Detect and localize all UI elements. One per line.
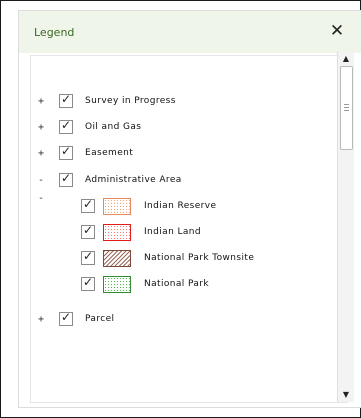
expand-toggle[interactable]: + bbox=[35, 93, 47, 111]
national-park-swatch-icon bbox=[103, 276, 131, 293]
sublayer-checkbox[interactable]: ✓ bbox=[81, 197, 95, 213]
legend-panel: Legend ✕ + ✓ Survey in Progress + ✓ Oil … bbox=[18, 10, 361, 408]
checkmark-icon: ✓ bbox=[60, 171, 72, 185]
layer-label: Oil and Gas bbox=[85, 122, 142, 132]
vertical-scrollbar[interactable]: ▲ ▼ bbox=[337, 52, 354, 402]
checkmark-icon: ✓ bbox=[60, 144, 72, 158]
checkmark-icon: ✓ bbox=[82, 223, 94, 237]
legend-window: Legend ✕ + ✓ Survey in Progress + ✓ Oil … bbox=[0, 0, 361, 418]
collapse-toggle[interactable]: -- bbox=[35, 172, 47, 204]
legend-tree: + ✓ Survey in Progress + ✓ Oil and Gas +… bbox=[30, 55, 348, 403]
scroll-up-arrow-icon[interactable]: ▲ bbox=[338, 52, 354, 66]
sublayer-label: National Park bbox=[144, 279, 210, 289]
legend-header: Legend ✕ bbox=[19, 11, 361, 53]
layer-checkbox[interactable]: ✓ bbox=[59, 144, 73, 160]
expand-toggle[interactable]: + bbox=[35, 145, 47, 163]
layer-label: Survey in Progress bbox=[85, 96, 176, 106]
expand-toggle[interactable]: + bbox=[35, 311, 47, 329]
indian-reserve-swatch-icon bbox=[103, 198, 131, 215]
sublayer-label: Indian Land bbox=[144, 227, 201, 237]
grip-icon bbox=[344, 104, 349, 112]
checkmark-icon: ✓ bbox=[60, 92, 72, 106]
national-park-townsite-swatch-icon bbox=[103, 250, 131, 267]
layer-checkbox[interactable]: ✓ bbox=[59, 310, 73, 326]
expand-toggle[interactable]: + bbox=[35, 119, 47, 137]
checkmark-icon: ✓ bbox=[60, 310, 72, 324]
scroll-down-arrow-icon[interactable]: ▼ bbox=[338, 388, 354, 402]
checkmark-icon: ✓ bbox=[82, 275, 94, 289]
sublayer-checkbox[interactable]: ✓ bbox=[81, 275, 95, 291]
indian-land-swatch-icon bbox=[103, 224, 131, 241]
sublayer-label: National Park Townsite bbox=[144, 253, 255, 263]
scrollbar-thumb[interactable] bbox=[340, 66, 353, 150]
layer-label: Administrative Area bbox=[85, 175, 182, 185]
layer-checkbox[interactable]: ✓ bbox=[59, 92, 73, 108]
layer-checkbox[interactable]: ✓ bbox=[59, 171, 73, 187]
sublayer-checkbox[interactable]: ✓ bbox=[81, 249, 95, 265]
sublayer-checkbox[interactable]: ✓ bbox=[81, 223, 95, 239]
checkmark-icon: ✓ bbox=[82, 197, 94, 211]
layer-label: Easement bbox=[85, 148, 134, 158]
legend-title: Legend bbox=[34, 26, 75, 39]
layer-checkbox[interactable]: ✓ bbox=[59, 118, 73, 134]
sublayer-label: Indian Reserve bbox=[144, 201, 217, 211]
checkmark-icon: ✓ bbox=[60, 118, 72, 132]
close-icon[interactable]: ✕ bbox=[328, 20, 346, 42]
checkmark-icon: ✓ bbox=[82, 249, 94, 263]
layer-label: Parcel bbox=[85, 314, 115, 324]
